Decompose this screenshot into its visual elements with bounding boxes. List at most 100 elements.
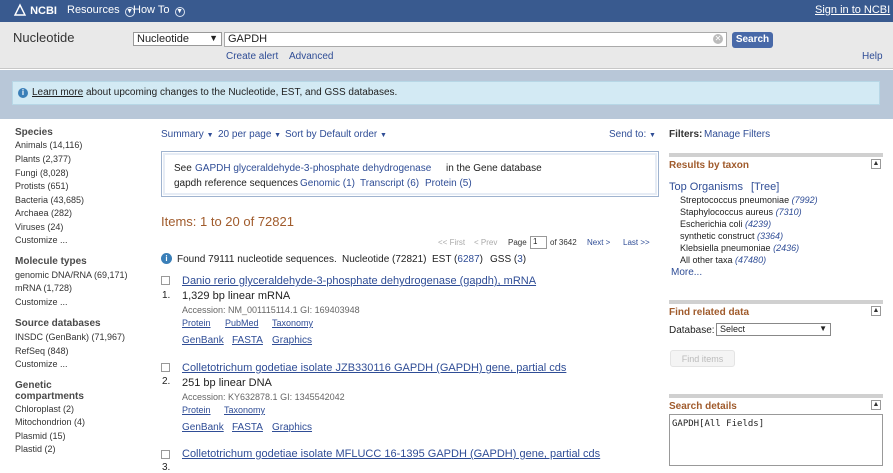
list-item[interactable]: All other taxa (47480) <box>680 255 766 265</box>
result-graphics-link[interactable]: Graphics <box>272 422 312 433</box>
howto-menu[interactable]: How To ▼ <box>133 4 185 17</box>
genetic-filter-mitochondrion[interactable]: Mitochondrion (4) <box>15 417 85 427</box>
moltype-filter-genomic[interactable]: genomic DNA/RNA (69,171) <box>15 270 128 280</box>
search-input[interactable]: GAPDH ✕ <box>224 32 727 47</box>
taxon-box-header: Results by taxon ▲ <box>669 153 883 173</box>
result-graphics-link[interactable]: Graphics <box>272 335 312 346</box>
organism-count: (7992) <box>791 195 818 205</box>
species-filter-archaea[interactable]: Archaea (282) <box>15 208 72 218</box>
tree-link[interactable]: [Tree] <box>751 181 779 193</box>
result-protein-link[interactable]: Protein <box>182 318 211 328</box>
result-taxonomy-link[interactable]: Taxonomy <box>272 318 313 328</box>
source-customize[interactable]: Customize ... <box>15 359 68 369</box>
collapse-icon[interactable]: ▲ <box>871 400 881 410</box>
species-filter-protists[interactable]: Protists (651) <box>15 181 69 191</box>
search-query: GAPDH <box>228 33 268 45</box>
ncbi-logo-icon <box>13 3 27 16</box>
caret-down-icon: ▼ <box>649 132 656 139</box>
search-button[interactable]: Search <box>732 32 773 48</box>
genetic-filter-plasmid[interactable]: Plasmid (15) <box>15 431 66 441</box>
db-title: Nucleotide <box>13 30 75 45</box>
list-item[interactable]: Escherichia coli (4239) <box>680 219 771 229</box>
result-pubmed-link[interactable]: PubMed <box>225 318 259 328</box>
list-item[interactable]: Staphylococcus aureus (7310) <box>680 207 802 217</box>
refseq-genomic-link[interactable]: Genomic (1) <box>300 178 355 189</box>
find-items-button[interactable]: Find items <box>670 350 735 367</box>
result-number: 2. <box>162 376 171 387</box>
result-genbank-link[interactable]: GenBank <box>182 335 224 346</box>
result-title-link[interactable]: Danio rerio glyceraldehyde-3-phosphate d… <box>182 275 536 287</box>
help-link[interactable]: Help <box>862 51 883 62</box>
sort-label: Sort by Default order <box>285 129 378 140</box>
result-number: 3. <box>162 462 171 473</box>
species-filter-animals[interactable]: Animals (14,116) <box>15 140 82 150</box>
send-to-menu[interactable]: Send to: ▼ <box>609 129 656 140</box>
refseq-protein-link[interactable]: Protein (5) <box>425 178 472 189</box>
sort-menu[interactable]: Sort by Default order ▼ <box>285 129 387 140</box>
gene-link[interactable]: GAPDH glyceraldehyde-3-phosphate dehydro… <box>195 163 431 174</box>
search-details-textarea[interactable]: GAPDH[All Fields] <box>669 414 883 466</box>
organism-count: (3364) <box>757 231 784 241</box>
genetic-filter-chloroplast[interactable]: Chloroplast (2) <box>15 404 74 414</box>
moltype-customize[interactable]: Customize ... <box>15 297 68 307</box>
list-item[interactable]: Klebsiella pneumoniae (2436) <box>680 243 799 253</box>
create-alert-link[interactable]: Create alert <box>226 51 278 62</box>
list-item[interactable]: synthetic construct (3364) <box>680 231 783 241</box>
list-item[interactable]: Streptococcus pneumoniae (7992) <box>680 195 818 205</box>
summary-format-menu[interactable]: Summary ▼ <box>161 129 214 140</box>
est-count-link[interactable]: 6287 <box>457 254 479 265</box>
result-fasta-link[interactable]: FASTA <box>232 422 263 433</box>
per-page-menu[interactable]: 20 per page ▼ <box>218 129 281 140</box>
result-genbank-link[interactable]: GenBank <box>182 422 224 433</box>
more-organisms-link[interactable]: More... <box>671 267 702 278</box>
source-filter-insdc[interactable]: INSDC (GenBank) (71,967) <box>15 332 125 342</box>
manage-filters-link[interactable]: Manage Filters <box>704 129 770 140</box>
dropdown-arrow-icon: ▼ <box>819 324 827 333</box>
result-fasta-link[interactable]: FASTA <box>232 335 263 346</box>
db-select-value: Nucleotide <box>137 33 189 45</box>
organism-count: (7310) <box>775 207 802 217</box>
species-customize[interactable]: Customize ... <box>15 235 68 245</box>
pager-first[interactable]: << First <box>438 238 465 247</box>
pager-page-input[interactable]: 1 <box>530 236 547 249</box>
result-checkbox[interactable] <box>161 276 170 285</box>
advanced-link[interactable]: Advanced <box>289 51 333 62</box>
details-heading: Search details <box>669 401 737 412</box>
info-icon: i <box>161 253 172 264</box>
database-select[interactable]: Select ▼ <box>716 323 831 336</box>
ncbi-logo[interactable]: NCBI <box>13 3 57 17</box>
pager-next[interactable]: Next > <box>587 238 610 247</box>
result-accession: Accession: NM_001115114.1 GI: 169403948 <box>182 305 360 315</box>
result-protein-link[interactable]: Protein <box>182 405 211 415</box>
signin-link[interactable]: Sign in to NCBI <box>815 4 890 16</box>
pager-last[interactable]: Last >> <box>623 238 650 247</box>
species-filter-bacteria[interactable]: Bacteria (43,685) <box>15 195 84 205</box>
organism-name: Staphylococcus aureus <box>680 207 774 217</box>
result-checkbox[interactable] <box>161 363 170 372</box>
refseq-transcript-link[interactable]: Transcript (6) <box>360 178 419 189</box>
found-gss: GSS (3) <box>490 254 526 265</box>
source-filter-refseq[interactable]: RefSeq (848) <box>15 346 69 356</box>
clear-icon[interactable]: ✕ <box>713 34 723 44</box>
species-filter-fungi[interactable]: Fungi (8,028) <box>15 168 69 178</box>
items-heading: Items: 1 to 20 of 72821 <box>161 214 294 229</box>
result-taxonomy-link[interactable]: Taxonomy <box>224 405 265 415</box>
collapse-icon[interactable]: ▲ <box>871 306 881 316</box>
result-title-link[interactable]: Colletotrichum godetiae isolate MFLUCC 1… <box>182 448 600 460</box>
collapse-icon[interactable]: ▲ <box>871 159 881 169</box>
resources-menu[interactable]: Resources ▼ <box>67 4 135 17</box>
db-select[interactable]: Nucleotide ▼ <box>133 32 222 46</box>
howto-label: How To <box>133 4 170 16</box>
result-title-link[interactable]: Colletotrichum godetiae isolate JZB33011… <box>182 362 566 374</box>
caret-down-icon: ▼ <box>274 132 282 139</box>
moltype-filter-mrna[interactable]: mRNA (1,728) <box>15 283 72 293</box>
result-checkbox[interactable] <box>161 450 170 459</box>
resources-label: Resources <box>67 4 120 16</box>
pager-prev[interactable]: < Prev <box>474 238 497 247</box>
gene-in-database: in the Gene database <box>446 163 542 174</box>
genetic-filter-plastid[interactable]: Plastid (2) <box>15 444 56 454</box>
learn-more-link[interactable]: Learn more <box>32 87 83 98</box>
species-filter-viruses[interactable]: Viruses (24) <box>15 222 63 232</box>
species-filter-plants[interactable]: Plants (2,377) <box>15 154 71 164</box>
result-accession: Accession: KY632878.1 GI: 1345542042 <box>182 392 345 402</box>
